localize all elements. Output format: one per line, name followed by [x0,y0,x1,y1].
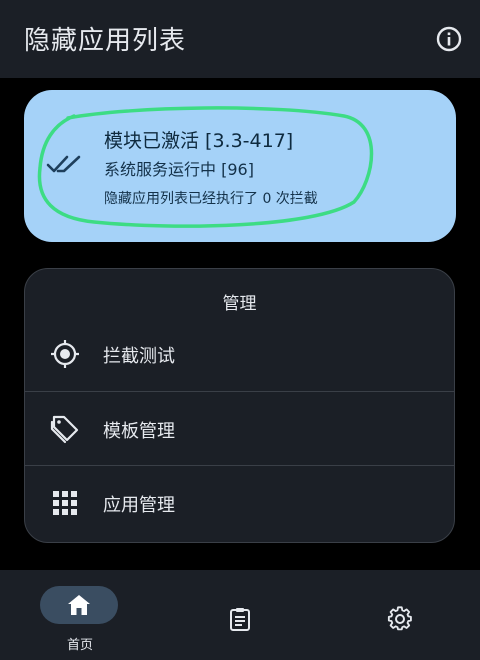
bottom-navigation: 首页 [0,570,480,660]
manage-item-label: 应用管理 [103,495,175,516]
manage-item-app-manage[interactable]: 应用管理 [25,465,454,540]
app-root: 隐藏应用列表 模块已激活 [3.3-417] 系统服务运行中 [96] 隐藏应用… [0,0,480,660]
info-button[interactable] [434,24,464,54]
intercept-count-text: 隐藏应用列表已经执行了 0 次拦截 [104,191,318,207]
app-title: 隐藏应用列表 [24,26,187,56]
manage-card-title: 管理 [222,294,257,314]
manage-card: 管理 拦截测试 模板管理 应用管理 [24,268,455,543]
home-icon [68,595,90,615]
apps-grid-icon [53,491,77,515]
info-icon [436,26,462,52]
manage-item-intercept-test[interactable]: 拦截测试 [25,317,454,391]
manage-item-label: 拦截测试 [103,346,175,367]
manage-item-label: 模板管理 [103,421,175,442]
nav-label-home: 首页 [66,638,93,653]
manage-item-template-manage[interactable]: 模板管理 [25,391,454,466]
module-version-text: 模块已激活 [3.3-417] [104,130,294,152]
clipboard-icon [230,608,250,631]
double-check-icon [46,155,81,173]
nav-item-logs[interactable] [160,570,320,660]
tag-icon [50,415,79,444]
crosshair-icon [51,340,79,368]
nav-item-settings[interactable] [320,570,480,660]
gear-icon [387,606,412,631]
service-status-text: 系统服务运行中 [96] [104,160,254,179]
nav-item-home[interactable]: 首页 [0,570,160,660]
module-status-card: 模块已激活 [3.3-417] 系统服务运行中 [96] 隐藏应用列表已经执行了… [24,90,456,242]
top-app-bar: 隐藏应用列表 [0,0,480,78]
